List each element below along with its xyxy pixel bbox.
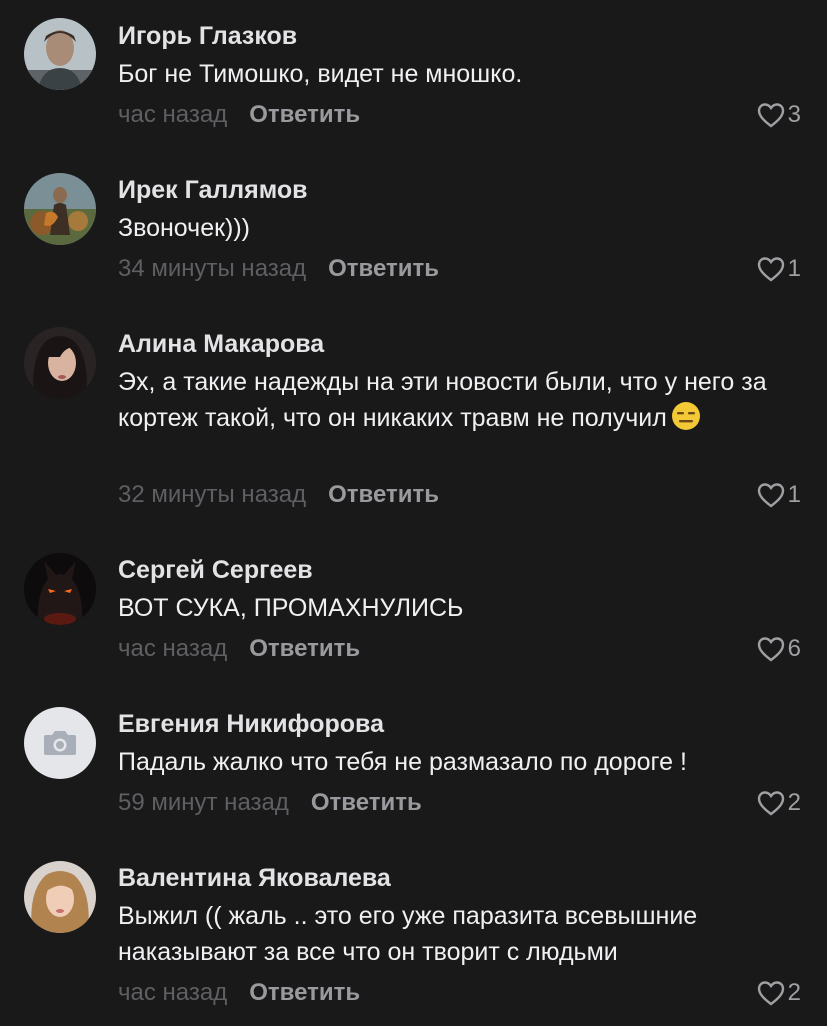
like-count: 1 xyxy=(787,481,801,508)
heart-icon xyxy=(757,981,784,1006)
like-button[interactable]: 2 xyxy=(757,979,801,1007)
reply-button[interactable]: Ответить xyxy=(249,101,360,128)
comment-time: 32 минуты назад xyxy=(118,481,307,508)
avatar[interactable] xyxy=(24,327,96,399)
avatar[interactable] xyxy=(24,18,96,90)
heart-icon xyxy=(757,637,784,662)
heart-icon xyxy=(757,483,784,508)
comment-author[interactable]: Ирек Галлямов xyxy=(118,176,308,205)
reply-button[interactable]: Ответить xyxy=(249,979,360,1006)
like-button[interactable]: 1 xyxy=(757,255,801,283)
heart-icon xyxy=(757,103,784,128)
like-count: 2 xyxy=(787,789,801,816)
like-button[interactable]: 2 xyxy=(757,789,801,817)
comment-time: 59 минут назад xyxy=(118,789,289,816)
comment-meta: час назад Ответить xyxy=(118,635,360,663)
comment-meta: час назад Ответить xyxy=(118,979,360,1007)
comment-meta: 34 минуты назад Ответить xyxy=(118,255,439,283)
comment-time: час назад xyxy=(118,635,228,662)
comment-text: Бог не Тимошко, видет не мношко. xyxy=(118,60,523,88)
comment-author[interactable]: Алина Макарова xyxy=(118,330,324,359)
heart-icon xyxy=(757,257,784,282)
avatar[interactable] xyxy=(24,553,96,625)
like-button[interactable]: 6 xyxy=(757,635,801,663)
comment-text-body: Эх, а такие надежды на эти новости были,… xyxy=(118,368,767,432)
comment-author[interactable]: Игорь Глазков xyxy=(118,22,297,51)
avatar[interactable] xyxy=(24,173,96,245)
comment-text: ВОТ СУКА, ПРОМАХНУЛИСЬ xyxy=(118,594,464,622)
heart-icon xyxy=(757,791,784,816)
comment-time: час назад xyxy=(118,101,228,128)
avatar[interactable] xyxy=(24,707,96,779)
comment-meta: час назад Ответить xyxy=(118,101,360,129)
reply-button[interactable]: Ответить xyxy=(328,481,439,508)
comment-author[interactable]: Валентина Яковалева xyxy=(118,864,391,893)
like-count: 3 xyxy=(787,101,801,128)
comment-meta: 32 минуты назад Ответить xyxy=(118,481,439,509)
reply-button[interactable]: Ответить xyxy=(249,635,360,662)
like-button[interactable]: 1 xyxy=(757,481,801,509)
comment-text: Выжил (( жаль .. это его уже паразита вс… xyxy=(118,902,698,966)
expressionless-face-emoji xyxy=(671,402,700,430)
comment-meta: 59 минут назад Ответить xyxy=(118,789,422,817)
like-button[interactable]: 3 xyxy=(757,101,801,129)
comment-text: Эх, а такие надежды на эти новости были,… xyxy=(118,364,808,436)
like-count: 1 xyxy=(787,255,801,282)
comment-time: 34 минуты назад xyxy=(118,255,307,282)
comment-author[interactable]: Евгения Никифорова xyxy=(118,710,384,739)
reply-button[interactable]: Ответить xyxy=(311,789,422,816)
comment-text: Звоночек))) xyxy=(118,214,251,242)
reply-button[interactable]: Ответить xyxy=(328,255,439,282)
like-count: 6 xyxy=(787,635,801,662)
like-count: 2 xyxy=(787,979,801,1006)
avatar[interactable] xyxy=(24,861,96,933)
comment-time: час назад xyxy=(118,979,228,1006)
comment-text: Падаль жалко что тебя не размазало по до… xyxy=(118,748,687,776)
comment-author[interactable]: Сергей Сергеев xyxy=(118,556,313,585)
